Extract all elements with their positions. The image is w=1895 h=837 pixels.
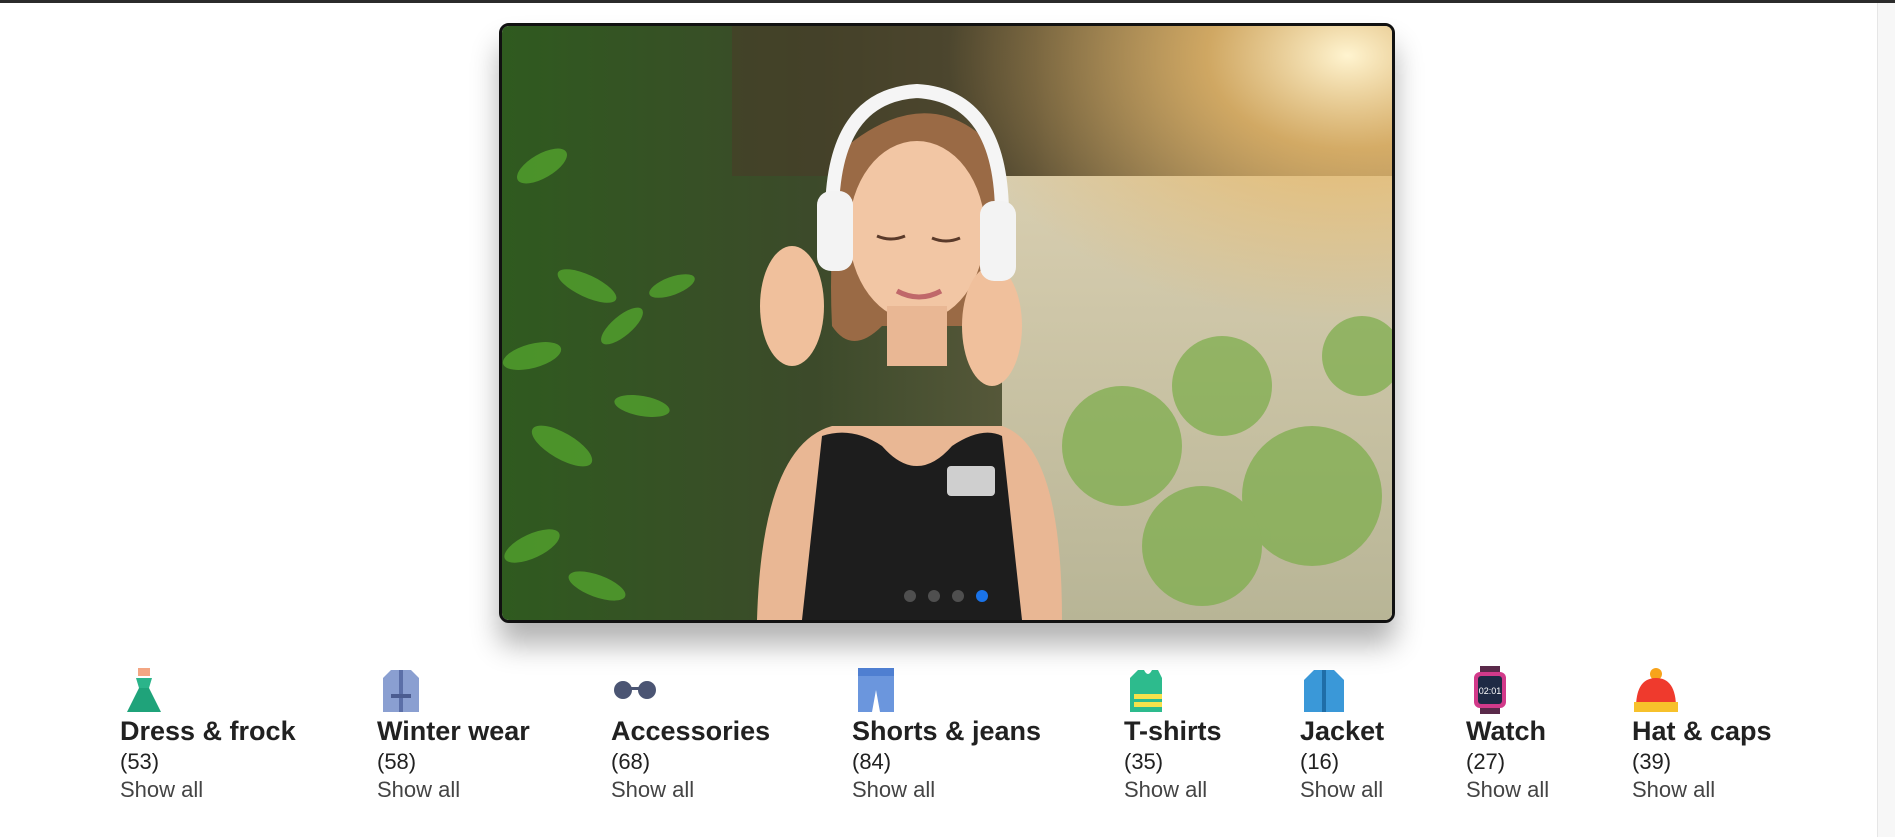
show-all-link[interactable]: Show all	[1124, 776, 1222, 804]
glasses-icon	[614, 681, 656, 699]
category-watch[interactable]: 02:01 Watch (27) Show all	[1466, 666, 1549, 804]
show-all-link[interactable]: Show all	[611, 776, 770, 804]
category-title: Winter wear	[377, 716, 530, 746]
dress-icon	[127, 668, 161, 712]
category-count: (39)	[1632, 749, 1672, 774]
show-all-link[interactable]: Show all	[1632, 776, 1772, 804]
category-tshirts[interactable]: T-shirts (35) Show all	[1124, 666, 1222, 804]
slider-dot-3[interactable]	[952, 590, 964, 602]
show-all-link[interactable]: Show all	[377, 776, 530, 804]
hat-icon	[1634, 668, 1678, 712]
slider-dot-1[interactable]	[904, 590, 916, 602]
slider-dots	[904, 590, 988, 602]
category-dress[interactable]: Dress & frock (53) Show all	[120, 666, 296, 804]
category-count: (27)	[1466, 749, 1506, 774]
jacket-icon	[1304, 670, 1344, 712]
category-count: (35)	[1124, 749, 1164, 774]
category-title: Watch	[1466, 716, 1546, 746]
tshirt-icon	[1130, 670, 1162, 712]
show-all-link[interactable]: Show all	[852, 776, 1041, 804]
watch-icon: 02:01	[1474, 666, 1506, 714]
category-title: Accessories	[611, 716, 771, 746]
category-jacket[interactable]: Jacket (16) Show all	[1300, 666, 1384, 804]
show-all-link[interactable]: Show all	[120, 776, 296, 804]
category-title: T-shirts	[1124, 716, 1222, 746]
coat-icon	[383, 670, 419, 712]
top-border	[0, 0, 1895, 3]
category-winter-wear[interactable]: Winter wear (58) Show all	[377, 666, 530, 804]
show-all-link[interactable]: Show all	[1300, 776, 1384, 804]
category-title: Hat & caps	[1632, 716, 1772, 746]
jeans-icon	[858, 668, 894, 712]
watch-icon-time: 02:01	[1479, 686, 1502, 696]
category-title: Jacket	[1300, 716, 1385, 746]
slider-dot-2[interactable]	[928, 590, 940, 602]
slider-dot-4[interactable]	[976, 590, 988, 602]
category-count: (68)	[611, 749, 651, 774]
category-hat-caps[interactable]: Hat & caps (39) Show all	[1632, 666, 1772, 804]
category-count: (58)	[377, 749, 417, 774]
category-row: Dress & frock (53) Show all Winter wear …	[0, 666, 1895, 816]
category-shorts-jeans[interactable]: Shorts & jeans (84) Show all	[852, 666, 1041, 804]
hero-slider[interactable]	[499, 23, 1395, 623]
category-accessories[interactable]: Accessories (68) Show all	[611, 666, 770, 804]
category-title: Shorts & jeans	[852, 716, 1042, 746]
hero-image	[502, 26, 1392, 620]
category-count: (53)	[120, 749, 160, 774]
category-count: (84)	[852, 749, 892, 774]
category-count: (16)	[1300, 749, 1340, 774]
category-title: Dress & frock	[120, 716, 296, 746]
show-all-link[interactable]: Show all	[1466, 776, 1549, 804]
